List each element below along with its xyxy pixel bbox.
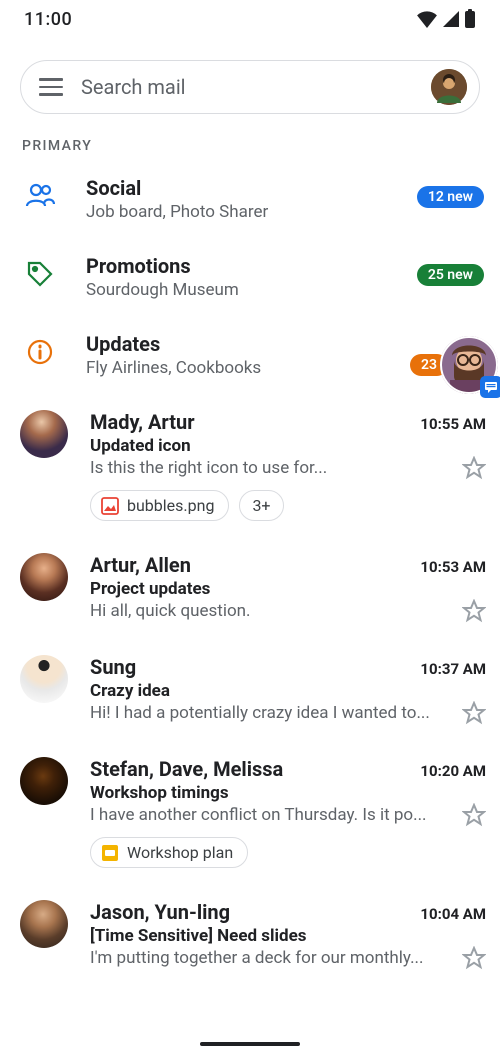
status-icons [416,9,476,29]
star-icon[interactable] [462,803,486,827]
nav-handle[interactable] [200,1042,300,1046]
category-updates[interactable]: Updates Fly Airlines, Cookbooks 23 [0,316,500,394]
category-title: Social [86,176,391,200]
message-subject: Project updates [90,579,486,599]
cellular-icon [442,10,460,28]
sender-avatar[interactable] [20,900,68,948]
new-badge: 12 new [417,186,484,208]
email-row[interactable]: Jason, Yun-ling 10:04 AM [Time Sensitive… [0,884,500,986]
chat-head[interactable] [440,336,498,394]
attachment-chip[interactable]: Workshop plan [90,837,248,868]
star-icon[interactable] [462,946,486,970]
sender-avatar[interactable] [20,757,68,805]
message-time: 10:04 AM [420,905,486,923]
search-bar[interactable]: Search mail [20,60,480,114]
email-row[interactable]: Stefan, Dave, Melissa 10:20 AM Workshop … [0,741,500,884]
email-row[interactable]: Sung 10:37 AM Crazy idea Hi! I had a pot… [0,639,500,741]
sender-name: Artur, Allen [90,553,191,577]
new-badge: 25 new [417,264,484,286]
category-title: Updates [86,332,484,356]
attachment-name: bubbles.png [127,496,214,515]
attachment-chip[interactable]: bubbles.png [90,490,229,521]
wifi-icon [416,10,438,28]
status-time: 11:00 [24,9,72,30]
attachment-name: Workshop plan [127,843,233,862]
chat-badge-icon [480,376,500,398]
sender-name: Jason, Yun-ling [90,900,230,924]
sender-name: Stefan, Dave, Melissa [90,757,283,781]
category-subtitle: Sourdough Museum [86,280,391,300]
message-time: 10:55 AM [420,415,486,433]
message-subject: Crazy idea [90,681,486,701]
slides-icon [101,844,119,862]
message-subject: Workshop timings [90,783,486,803]
status-bar: 11:00 [0,0,500,36]
star-icon[interactable] [462,701,486,725]
people-icon [20,176,60,208]
menu-icon[interactable] [39,75,63,99]
section-label: PRIMARY [0,124,500,160]
profile-avatar[interactable] [431,69,467,105]
message-preview: I'm putting together a deck for our mont… [90,948,448,968]
message-time: 10:37 AM [420,660,486,678]
sender-avatar[interactable] [20,553,68,601]
image-icon [101,497,119,515]
sender-name: Sung [90,655,136,679]
message-preview: I have another conflict on Thursday. Is … [90,805,448,825]
message-time: 10:53 AM [420,558,486,576]
message-preview: Hi! I had a potentially crazy idea I wan… [90,703,448,723]
star-icon[interactable] [462,599,486,623]
category-promotions[interactable]: Promotions Sourdough Museum 25 new [0,238,500,316]
message-time: 10:20 AM [420,762,486,780]
message-preview: Is this the right icon to use for... [90,458,448,478]
sender-name: Mady, Artur [90,410,195,434]
search-input[interactable]: Search mail [81,75,413,99]
more-attachments[interactable]: 3+ [239,490,283,521]
category-subtitle: Job board, Photo Sharer [86,202,391,222]
message-subject: Updated icon [90,436,486,456]
battery-icon [464,9,476,29]
tag-icon [20,254,60,288]
sender-avatar[interactable] [20,655,68,703]
email-row[interactable]: Mady, Artur 10:55 AM Updated icon Is thi… [0,394,500,537]
category-title: Promotions [86,254,391,278]
category-social[interactable]: Social Job board, Photo Sharer 12 new [0,160,500,238]
info-icon [20,332,60,366]
sender-avatar[interactable] [20,410,68,458]
star-icon[interactable] [462,456,486,480]
message-preview: Hi all, quick question. [90,601,448,621]
message-subject: [Time Sensitive] Need slides [90,926,486,946]
email-row[interactable]: Artur, Allen 10:53 AM Project updates Hi… [0,537,500,639]
